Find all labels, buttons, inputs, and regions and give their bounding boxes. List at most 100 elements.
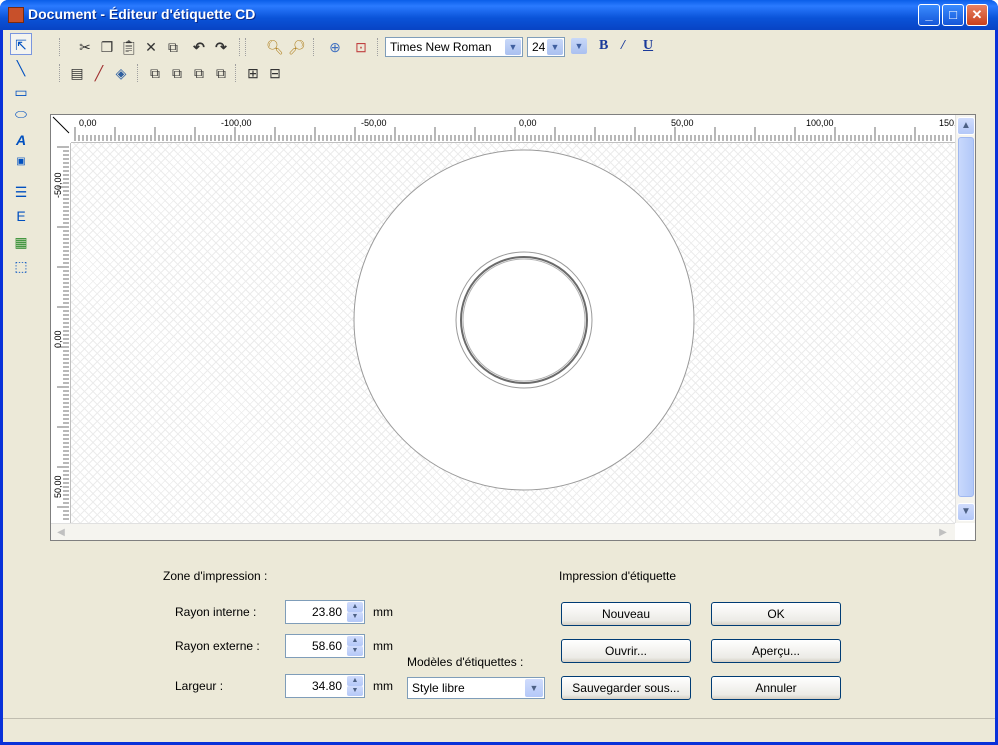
cd-outer-disc bbox=[353, 149, 695, 491]
tree-icon[interactable]: Ε bbox=[10, 205, 32, 227]
open-button[interactable]: Ouvrir... bbox=[561, 639, 691, 663]
scroll-thumb[interactable] bbox=[958, 137, 974, 497]
scroll-left-icon[interactable]: ◀ bbox=[53, 525, 69, 540]
template-select[interactable]: Style libre ▼ bbox=[407, 677, 545, 699]
chevron-up-icon[interactable]: ▲ bbox=[347, 602, 363, 612]
paste-icon[interactable]: 📋︎ bbox=[119, 37, 139, 57]
delete-icon[interactable]: ✕ bbox=[141, 37, 161, 57]
scroll-up-icon[interactable]: ▲ bbox=[957, 117, 975, 135]
italic-button[interactable]: / bbox=[621, 38, 625, 54]
outer-radius-stepper[interactable]: 58.60 ▲ ▼ bbox=[285, 634, 365, 658]
send-back-icon[interactable]: ⧉ bbox=[167, 63, 187, 83]
inner-radius-stepper[interactable]: 23.80 ▲ ▼ bbox=[285, 600, 365, 624]
font-size-select[interactable]: 24 ▼ bbox=[527, 37, 565, 57]
width-stepper[interactable]: 34.80 ▲ ▼ bbox=[285, 674, 365, 698]
unit-label: mm bbox=[373, 639, 393, 653]
new-button[interactable]: Nouveau bbox=[561, 602, 691, 626]
ok-button[interactable]: OK bbox=[711, 602, 841, 626]
chevron-up-icon[interactable]: ▲ bbox=[347, 636, 363, 646]
ruler-label: 50,00 bbox=[671, 118, 694, 128]
ellipse-icon[interactable]: ⬭ bbox=[10, 103, 32, 125]
chevron-down-icon[interactable]: ▼ bbox=[347, 686, 363, 696]
horizontal-ruler: 0,00 -100,00 -50,00 0,00 50,00 100,00 150,0 bbox=[71, 115, 962, 143]
chevron-down-icon[interactable]: ▼ bbox=[347, 646, 363, 656]
font-select[interactable]: Times New Roman ▼ bbox=[385, 37, 523, 57]
ruler-label: 50,00 bbox=[53, 475, 63, 498]
vertical-ruler: -50,00 0,00 50,00 bbox=[51, 143, 71, 523]
zoom-in-icon[interactable]: 🔍︎ bbox=[265, 37, 285, 57]
width-label: Largeur : bbox=[175, 679, 224, 693]
ruler-corner bbox=[51, 115, 71, 143]
templates-label: Modèles d'étiquettes : bbox=[407, 655, 524, 669]
unit-label: mm bbox=[373, 679, 393, 693]
unit-label: mm bbox=[373, 605, 393, 619]
ruler-label: 150,0 bbox=[939, 118, 955, 128]
settings-panel: Zone d'impression : Rayon interne : 23.8… bbox=[3, 547, 995, 717]
underline-button[interactable]: U bbox=[643, 38, 653, 54]
scroll-right-icon[interactable]: ▶ bbox=[935, 525, 951, 540]
group-icon[interactable]: ⊞ bbox=[243, 63, 263, 83]
ruler-label: 0,00 bbox=[79, 118, 97, 128]
ruler-label: 100,00 bbox=[806, 118, 834, 128]
zoom-fit-icon[interactable]: ⊕ bbox=[325, 37, 345, 57]
label-print-heading: Impression d'étiquette bbox=[559, 569, 677, 583]
close-button[interactable]: ✕ bbox=[966, 4, 988, 26]
list-icon[interactable]: ☰ bbox=[10, 181, 32, 203]
undo-icon[interactable]: ↶ bbox=[189, 37, 209, 57]
picture-icon[interactable]: ▦ bbox=[10, 231, 32, 253]
rectangle-icon[interactable]: ▭ bbox=[10, 81, 32, 103]
chevron-down-icon[interactable]: ▼ bbox=[547, 39, 563, 55]
arrange-toolbar: ▤ ╱ ◈ ⧉ ⧉ ⧉ ⧉ ⊞ ⊟ bbox=[59, 60, 459, 86]
line-icon[interactable]: ╲ bbox=[10, 57, 32, 79]
preview-button[interactable]: Aperçu... bbox=[711, 639, 841, 663]
image-field-icon[interactable]: ▣ bbox=[10, 151, 32, 173]
ruler-label: 0,00 bbox=[53, 330, 63, 348]
drawing-surface[interactable] bbox=[71, 143, 955, 523]
pen-icon[interactable]: ╱ bbox=[89, 63, 109, 83]
text-icon[interactable]: A bbox=[10, 129, 32, 151]
vertical-scrollbar[interactable]: ▲ ▼ bbox=[955, 115, 975, 523]
bold-button[interactable]: B bbox=[599, 38, 608, 54]
copy-icon[interactable]: ❐ bbox=[97, 37, 117, 57]
scroll-down-icon[interactable]: ▼ bbox=[957, 503, 975, 521]
outer-radius-label: Rayon externe : bbox=[175, 639, 260, 653]
ruler-label: -50,00 bbox=[53, 172, 63, 198]
editor-window: Document - Éditeur d'étiquette CD _ □ ✕ … bbox=[0, 0, 998, 745]
chevron-down-icon[interactable]: ▼ bbox=[571, 38, 587, 54]
title-bar[interactable]: Document - Éditeur d'étiquette CD _ □ ✕ bbox=[0, 0, 998, 30]
ruler-label: 0,00 bbox=[519, 118, 537, 128]
forward-icon[interactable]: ⧉ bbox=[189, 63, 209, 83]
ruler-label: -50,00 bbox=[361, 118, 387, 128]
print-zone-heading: Zone d'impression : bbox=[163, 569, 268, 583]
minimize-button[interactable]: _ bbox=[918, 4, 940, 26]
fill-icon[interactable]: ◈ bbox=[111, 63, 131, 83]
horizontal-scrollbar[interactable]: ◀ ▶ bbox=[51, 523, 955, 540]
chevron-down-icon[interactable]: ▼ bbox=[525, 679, 543, 697]
cancel-button[interactable]: Annuler bbox=[711, 676, 841, 700]
inner-radius-label: Rayon interne : bbox=[175, 605, 257, 619]
ruler-label: -100,00 bbox=[221, 118, 252, 128]
duplicate-icon[interactable]: ⧉ bbox=[163, 37, 183, 57]
app-icon bbox=[8, 7, 24, 23]
label-canvas[interactable]: 0,00 -100,00 -50,00 0,00 50,00 100,00 150,0 -5… bbox=[50, 114, 976, 541]
drawing-tools-toolbar: ⇱ ╲ ▭ ⬭ A ▣ ☰ Ε ▦ ⬚ bbox=[8, 33, 50, 545]
maximize-button[interactable]: □ bbox=[942, 4, 964, 26]
save-as-button[interactable]: Sauvegarder sous... bbox=[561, 676, 691, 700]
status-bar bbox=[3, 718, 995, 742]
frame-icon[interactable]: ⬚ bbox=[10, 255, 32, 277]
zoom-out-icon[interactable]: 🔎︎ bbox=[287, 37, 307, 57]
redo-icon[interactable]: ↷ bbox=[211, 37, 231, 57]
chevron-down-icon[interactable]: ▼ bbox=[505, 39, 521, 55]
window-title: Document - Éditeur d'étiquette CD bbox=[28, 6, 256, 22]
properties-icon[interactable]: ▤ bbox=[67, 63, 87, 83]
font-size-arrow[interactable]: ▼ bbox=[569, 37, 587, 57]
chevron-down-icon[interactable]: ▼ bbox=[347, 612, 363, 622]
cut-icon[interactable]: ✂ bbox=[75, 37, 95, 57]
chevron-up-icon[interactable]: ▲ bbox=[347, 676, 363, 686]
backward-icon[interactable]: ⧉ bbox=[211, 63, 231, 83]
main-toolbar: ✂ ❐ 📋︎ ✕ ⧉ ↶ ↷ 🔍︎ 🔎︎ ⊕ ⊡ Times New Roman… bbox=[59, 34, 989, 60]
ungroup-icon[interactable]: ⊟ bbox=[265, 63, 285, 83]
pointer-icon[interactable]: ⇱ bbox=[10, 33, 32, 55]
bring-front-icon[interactable]: ⧉ bbox=[145, 63, 165, 83]
page-icon[interactable]: ⊡ bbox=[351, 37, 371, 57]
